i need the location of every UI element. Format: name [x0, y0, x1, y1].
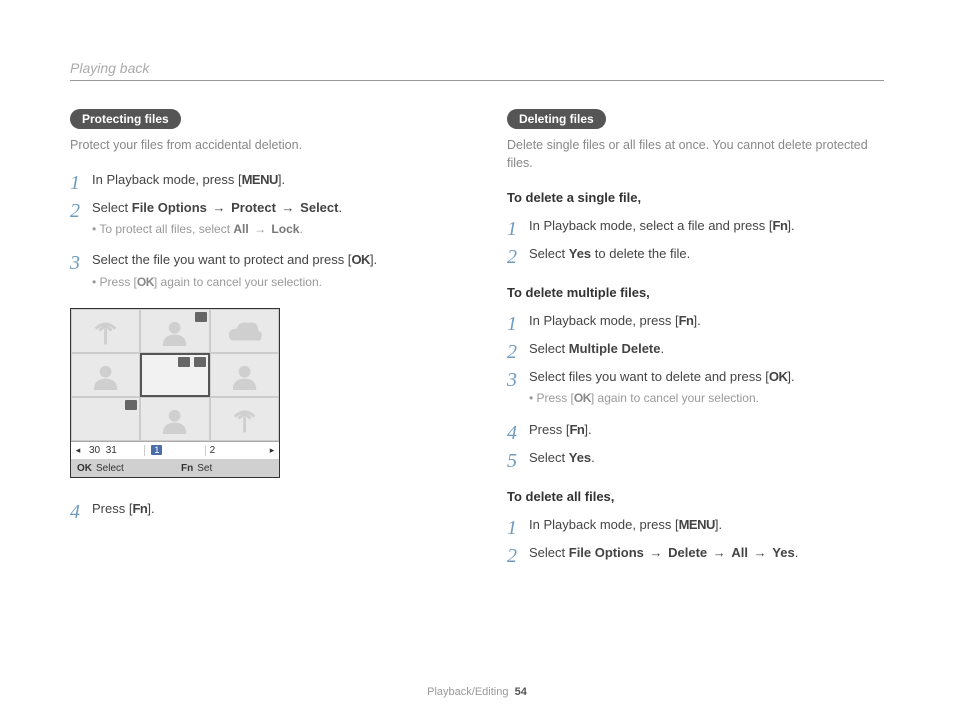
subhead-multiple: To delete multiple files, — [507, 285, 884, 300]
prev-icon: ◂ — [71, 445, 85, 456]
step-body: Select the file you want to protect and … — [92, 251, 447, 298]
fn-glyph: Fn — [132, 501, 147, 516]
menu-glyph: MENU — [679, 517, 715, 532]
person-icon — [221, 361, 268, 390]
sec2-step3: 3 Select files you want to delete and pr… — [507, 368, 884, 415]
fn-glyph: Fn — [773, 218, 788, 233]
left-step2: 2 Select File Options → Protect → Select… — [70, 199, 447, 246]
step-number: 3 — [70, 251, 92, 298]
person-icon — [151, 317, 198, 346]
printer-badge — [194, 357, 206, 367]
sec2-step3-sub: Press [OK] again to cancel your selectio… — [529, 390, 884, 407]
step-number: 2 — [70, 199, 92, 246]
sec2-step2: 2 Select Multiple Delete. — [507, 340, 884, 362]
thumb — [210, 397, 279, 441]
left-step4: 4 Press [Fn]. — [70, 500, 447, 522]
person-icon — [151, 405, 198, 434]
thumb — [210, 353, 279, 397]
step-body: Select File Options → Protect → Select. … — [92, 199, 447, 246]
palm-icon — [221, 405, 268, 434]
ok-glyph: OK — [77, 463, 92, 474]
thumbnail-grid — [71, 309, 279, 441]
sec3-step1: 1 In Playback mode, press [MENU]. — [507, 516, 884, 538]
printer-badge — [195, 312, 207, 322]
step-body: In Playback mode, press [MENU]. — [92, 171, 447, 193]
header-title: Playing back — [70, 60, 149, 76]
step-body: Press [Fn]. — [92, 500, 447, 522]
sec2-step1: 1 In Playback mode, press [Fn]. — [507, 312, 884, 334]
calendar-strip: ◂ 30 31 1 2 ▸ — [71, 441, 279, 459]
sec2-step4: 4 Press [Fn]. — [507, 421, 884, 443]
thumb — [140, 397, 209, 441]
sec3-step2: 2 Select File Options → Delete → All → Y… — [507, 544, 884, 566]
thumb — [71, 309, 140, 353]
palm-icon — [82, 317, 129, 346]
subhead-all: To delete all files, — [507, 489, 884, 504]
ok-glyph: OK — [351, 252, 370, 267]
fn-glyph: Fn — [181, 463, 193, 474]
left-step3: 3 Select the file you want to protect an… — [70, 251, 447, 298]
next-icon: ▸ — [265, 445, 279, 456]
cloud-icon — [221, 317, 268, 346]
subhead-single: To delete a single file, — [507, 190, 884, 205]
left-column: Protecting files Protect your files from… — [70, 109, 447, 572]
page: Playing back Protecting files Protect yo… — [0, 0, 954, 720]
fn-glyph: Fn — [569, 422, 584, 437]
deleting-intro: Delete single files or all files at once… — [507, 137, 884, 172]
printer-badge — [125, 400, 137, 410]
protecting-intro: Protect your files from accidental delet… — [70, 137, 447, 155]
right-column: Deleting files Delete single files or al… — [507, 109, 884, 572]
thumb — [140, 309, 209, 353]
sec2-step5: 5 Select Yes. — [507, 449, 884, 471]
fn-glyph: Fn — [679, 313, 694, 328]
sec1-step2: 2 Select Yes to delete the file. — [507, 245, 884, 267]
content-columns: Protecting files Protect your files from… — [70, 109, 884, 572]
thumb — [71, 353, 140, 397]
page-footer: Playback/Editing 54 — [0, 686, 954, 698]
deleting-pill: Deleting files — [507, 109, 606, 129]
step-number: 4 — [70, 500, 92, 522]
sec1-step1: 1 In Playback mode, select a file and pr… — [507, 217, 884, 239]
menu-glyph: MENU — [242, 172, 278, 187]
ok-glyph: OK — [769, 369, 788, 384]
step-number: 1 — [70, 171, 92, 193]
left-step1: 1 In Playback mode, press [MENU]. — [70, 171, 447, 193]
page-header: Playing back — [70, 60, 884, 81]
protecting-pill: Protecting files — [70, 109, 181, 129]
thumbnail-figure: ◂ 30 31 1 2 ▸ OKSelect FnSet — [70, 308, 280, 478]
thumb-selected — [140, 353, 209, 397]
thumb — [71, 397, 140, 441]
figure-footbar: OKSelect FnSet — [71, 459, 279, 477]
lock-badge — [178, 357, 190, 367]
person-icon — [82, 361, 129, 390]
thumb — [210, 309, 279, 353]
step2-sub: To protect all files, select All → Lock. — [92, 221, 447, 238]
step3-sub: Press [OK] again to cancel your selectio… — [92, 274, 447, 291]
